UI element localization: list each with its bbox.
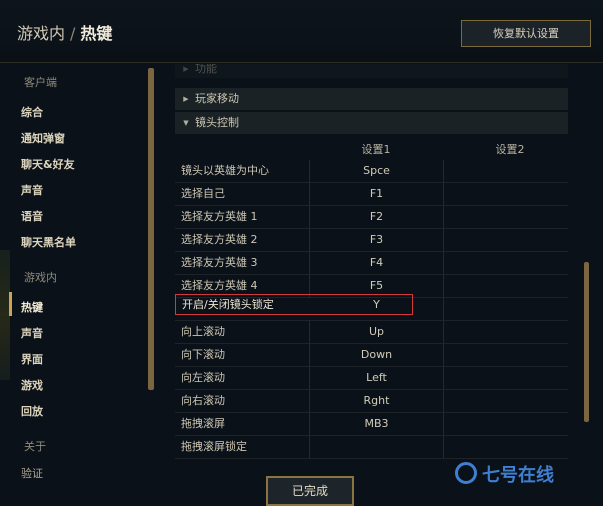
sidebar-item-interface[interactable]: 界面 <box>21 351 43 367</box>
hotkey-row: 向右滚动 Rght <box>175 390 568 413</box>
hotkey-slot-2[interactable] <box>443 298 568 320</box>
hotkey-row: 选择友方英雄 2 F3 <box>175 229 568 252</box>
hotkey-slot-1[interactable]: Down <box>309 344 443 366</box>
hotkey-slot-2[interactable] <box>443 436 568 458</box>
header: 游戏内 / 热键 恢复默认设置 <box>0 0 603 63</box>
sidebar-item-replay[interactable]: 回放 <box>21 403 43 419</box>
hotkey-slot-1[interactable]: Rght <box>309 390 443 412</box>
hotkey-label: 镜头以英雄为中心 <box>181 164 269 177</box>
active-indicator <box>9 292 12 316</box>
hotkey-row: 向上滚动 Up <box>175 321 568 344</box>
hotkey-slot-2[interactable] <box>443 206 568 228</box>
hotkey-label: 拖拽滚屏锁定 <box>181 440 247 453</box>
sidebar-item-ingame-sound[interactable]: 声音 <box>21 325 43 341</box>
hotkey-row: 向下滚动 Down <box>175 344 568 367</box>
sidebar-scrollbar[interactable] <box>148 68 154 390</box>
sidebar-section-about: 关于 <box>24 440 46 453</box>
hotkey-slot-1[interactable]: F2 <box>309 206 443 228</box>
hotkey-slot-2[interactable] <box>443 183 568 205</box>
group-header-player-movement[interactable]: ▶ 玩家移动 <box>175 88 568 110</box>
watermark-logo-icon <box>455 462 477 484</box>
hotkey-list-scrollbar[interactable] <box>584 262 589 422</box>
column-header-setting1: 设置1 <box>361 143 391 156</box>
watermark: 七号在线 <box>455 461 554 487</box>
sidebar-item-voice[interactable]: 语音 <box>21 208 43 224</box>
hotkey-label: 选择友方英雄 3 <box>181 256 258 269</box>
hotkey-slot-1[interactable]: F4 <box>309 252 443 274</box>
expanded-arrow-icon: ▼ <box>183 119 189 127</box>
hotkey-slot-1[interactable]: Y <box>310 295 443 314</box>
hotkey-row: 拖拽滚屏锁定 <box>175 436 568 459</box>
hotkey-slot-2[interactable] <box>443 160 568 182</box>
sidebar-item-chat-blocklist[interactable]: 聊天黑名单 <box>21 234 76 250</box>
hotkey-slot-1[interactable]: Left <box>309 367 443 389</box>
done-button[interactable]: 已完成 <box>266 476 354 506</box>
hotkey-label: 选择友方英雄 1 <box>181 210 258 223</box>
hotkey-label: 向下滚动 <box>181 348 225 361</box>
column-header-setting2: 设置2 <box>495 143 525 156</box>
hotkey-label: 选择自己 <box>181 187 225 200</box>
hotkey-label: 向右滚动 <box>181 394 225 407</box>
page-title: 游戏内 / 热键 <box>17 20 112 44</box>
hotkey-slot-2[interactable] <box>443 344 568 366</box>
hotkey-panel: ▶ 功能 ▶ 玩家移动 ▼ 镜头控制 设置1 设置2 镜头以英雄为中心 Spce 选择… <box>175 64 568 459</box>
collapsed-arrow-icon: ▶ <box>183 95 189 103</box>
hotkey-slot-1[interactable]: F3 <box>309 229 443 251</box>
collapsed-arrow-icon: ▶ <box>183 65 189 73</box>
hotkey-slot-2[interactable] <box>443 367 568 389</box>
sidebar-item-sound[interactable]: 声音 <box>21 182 43 198</box>
sidebar-item-notifications[interactable]: 通知弹窗 <box>21 130 65 146</box>
hotkey-row-highlighted: 开启/关闭镜头锁定 Y <box>175 294 413 315</box>
sidebar-item-game[interactable]: 游戏 <box>21 377 43 393</box>
sidebar-item-general[interactable]: 综合 <box>21 104 43 120</box>
hotkey-slot-1[interactable] <box>309 436 443 458</box>
hotkey-row: 镜头以英雄为中心 Spce <box>175 160 568 183</box>
group-header-camera-control[interactable]: ▼ 镜头控制 <box>175 112 568 134</box>
hotkey-slot-1[interactable]: MB3 <box>309 413 443 435</box>
hotkey-row: 选择友方英雄 3 F4 <box>175 252 568 275</box>
group-label: 镜头控制 <box>195 116 239 129</box>
hotkey-row: 选择自己 F1 <box>175 183 568 206</box>
breadcrumb-ingame[interactable]: 游戏内 <box>17 24 65 43</box>
hotkey-label: 选择友方英雄 2 <box>181 233 258 246</box>
hotkey-label: 开启/关闭镜头锁定 <box>182 298 274 311</box>
hotkey-label: 向上滚动 <box>181 325 225 338</box>
hotkey-row: 选择友方英雄 1 F2 <box>175 206 568 229</box>
breadcrumb-current: 热键 <box>80 24 113 43</box>
sidebar-item-chat-friends[interactable]: 聊天&好友 <box>21 156 75 172</box>
hotkey-label: 向左滚动 <box>181 371 225 384</box>
sidebar-item-verification[interactable]: 验证 <box>21 465 43 481</box>
sidebar-item-hotkeys[interactable]: 热键 <box>21 299 43 315</box>
restore-defaults-button[interactable]: 恢复默认设置 <box>461 20 591 47</box>
hotkey-slot-2[interactable] <box>443 321 568 343</box>
group-label: 玩家移动 <box>195 92 239 105</box>
hotkey-slot-2[interactable] <box>443 390 568 412</box>
sidebar-section-ingame: 游戏内 <box>24 271 57 284</box>
group-header-function[interactable]: ▶ 功能 <box>175 64 568 78</box>
hotkey-slot-2[interactable] <box>443 229 568 251</box>
hotkey-label: 拖拽滚屏 <box>181 417 225 430</box>
sidebar-section-client: 客户端 <box>24 76 57 89</box>
hotkey-slot-2[interactable] <box>443 275 568 297</box>
hotkey-slot-2[interactable] <box>443 252 568 274</box>
hotkey-row: 拖拽滚屏 MB3 <box>175 413 568 436</box>
breadcrumb-separator: / <box>70 24 76 43</box>
watermark-text: 七号在线 <box>482 465 554 486</box>
sidebar: 客户端 综合 通知弹窗 聊天&好友 声音 语音 聊天黑名单 游戏内 热键 声音 … <box>0 62 160 500</box>
hotkey-slot-2[interactable] <box>443 413 568 435</box>
hotkey-row: 向左滚动 Left <box>175 367 568 390</box>
hotkey-slot-1[interactable]: F1 <box>309 183 443 205</box>
hotkey-slot-1[interactable]: Spce <box>309 160 443 182</box>
hotkey-slot-1[interactable]: Up <box>309 321 443 343</box>
